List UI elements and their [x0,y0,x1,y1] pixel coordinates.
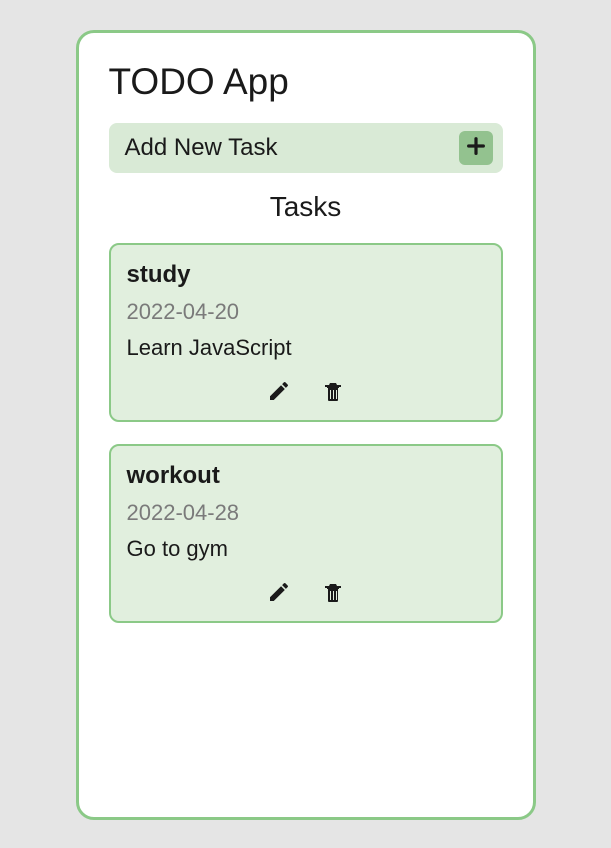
app-container: TODO App Add New Task Tasks study 2022-0… [76,30,536,820]
trash-icon [321,580,345,609]
task-title: workout [127,462,485,490]
edit-icon [267,379,291,408]
edit-task-button[interactable] [267,379,291,408]
task-title: study [127,261,485,289]
edit-icon [267,580,291,609]
task-date: 2022-04-20 [127,299,485,325]
task-card: workout 2022-04-28 Go to gym [109,444,503,623]
add-task-label: Add New Task [125,134,278,162]
delete-task-button[interactable] [321,379,345,408]
tasks-heading: Tasks [109,191,503,223]
task-card: study 2022-04-20 Learn JavaScript [109,243,503,422]
task-description: Learn JavaScript [127,335,485,361]
task-date: 2022-04-28 [127,500,485,526]
task-actions [127,580,485,609]
page-title: TODO App [109,61,503,103]
task-actions [127,379,485,408]
task-description: Go to gym [127,536,485,562]
trash-icon [321,379,345,408]
plus-icon [465,135,487,162]
add-task-bar[interactable]: Add New Task [109,123,503,173]
delete-task-button[interactable] [321,580,345,609]
add-task-button[interactable] [459,131,493,165]
edit-task-button[interactable] [267,580,291,609]
